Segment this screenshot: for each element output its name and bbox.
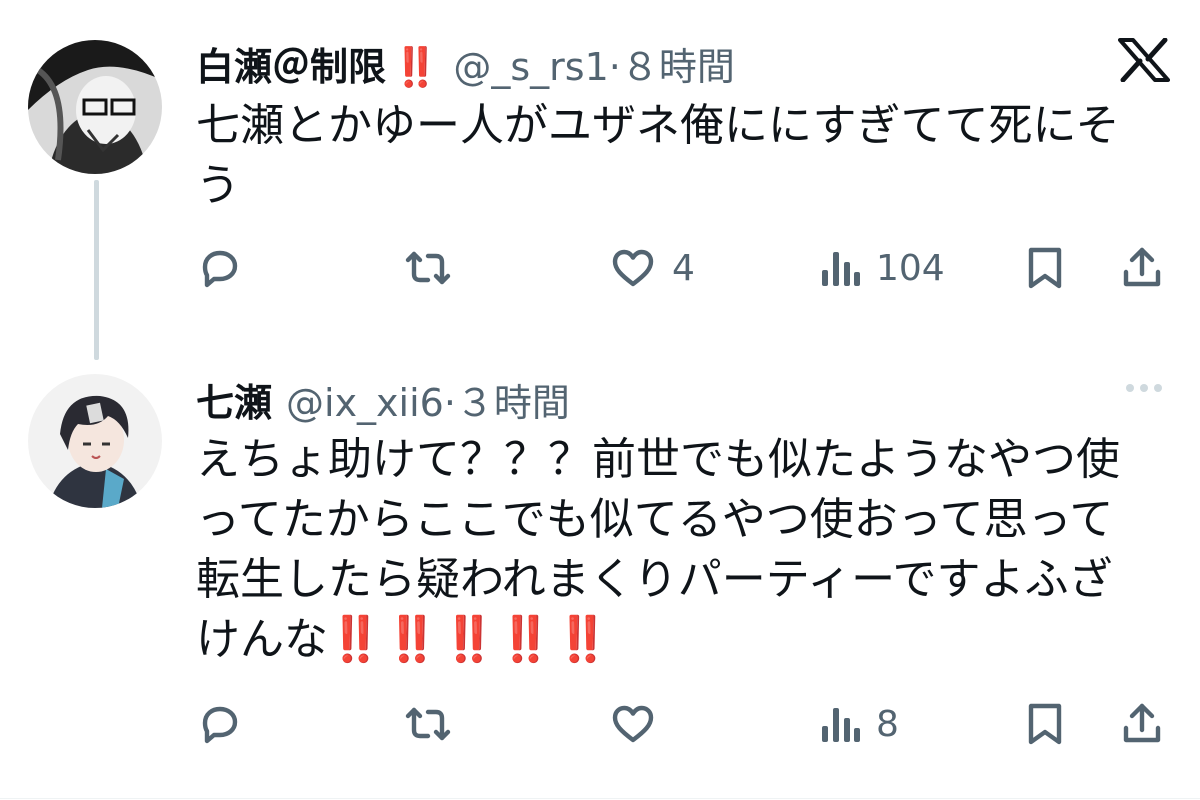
views-count: 8 [876, 703, 899, 745]
more-icon[interactable] [1126, 384, 1162, 392]
double-exclamation-emoji: ‼️ [392, 45, 440, 89]
bookmark-button[interactable] [1024, 244, 1066, 292]
tweet-header: 七瀬 @ix_xii6 ·３時間 [196, 372, 570, 427]
avatar-shirase[interactable] [28, 40, 162, 174]
timestamp[interactable]: ·８時間 [609, 36, 735, 91]
bookmark-icon [1028, 703, 1062, 745]
tweet-header: 白瀬＠制限 ‼️ @_s_rs1 ·８時間 [196, 36, 735, 91]
views-count: 104 [876, 247, 945, 289]
x-logo-icon[interactable] [1118, 37, 1170, 83]
display-name[interactable]: 七瀬 [196, 372, 272, 427]
retweet-icon [405, 251, 451, 285]
heart-icon [612, 705, 654, 743]
reply-button[interactable] [196, 700, 258, 748]
reply-icon [202, 250, 238, 288]
user-handle[interactable]: @ix_xii6 [286, 381, 444, 425]
user-handle[interactable]: @_s_rs1 [453, 45, 608, 89]
bookmark-button[interactable] [1024, 700, 1066, 748]
retweet-button[interactable] [402, 700, 468, 748]
views-icon [822, 252, 860, 286]
divider [0, 798, 1200, 799]
display-name[interactable]: 白瀬＠制限 [196, 36, 386, 91]
tweet-text: 七瀬とかゆー人がユザネ俺ににすぎてて死にそう [196, 100, 1120, 211]
tweet-text: えちょ助けて？？？前世でも似たようなやつ使ってたからここでも似てるやつ使おって思… [196, 430, 1156, 670]
retweet-icon [405, 707, 451, 741]
share-button[interactable] [1118, 700, 1166, 748]
reply-icon [202, 706, 238, 744]
heart-icon [612, 249, 654, 287]
bookmark-icon [1028, 247, 1062, 289]
share-icon [1123, 703, 1161, 743]
thread-line [94, 180, 99, 360]
share-icon [1123, 247, 1161, 287]
like-button[interactable]: 4 [608, 244, 695, 292]
share-button[interactable] [1118, 244, 1166, 292]
reply-button[interactable] [196, 244, 258, 292]
like-count: 4 [672, 247, 695, 289]
double-exclamation-emoji-row: ‼️‼️‼️‼️‼️ [328, 614, 612, 665]
like-button[interactable] [608, 700, 672, 748]
views-button[interactable]: 8 [818, 700, 899, 748]
retweet-button[interactable] [402, 244, 468, 292]
timestamp[interactable]: ·３時間 [444, 372, 570, 427]
views-icon [822, 708, 860, 742]
views-button[interactable]: 104 [818, 244, 945, 292]
avatar-nanase[interactable] [28, 374, 162, 508]
